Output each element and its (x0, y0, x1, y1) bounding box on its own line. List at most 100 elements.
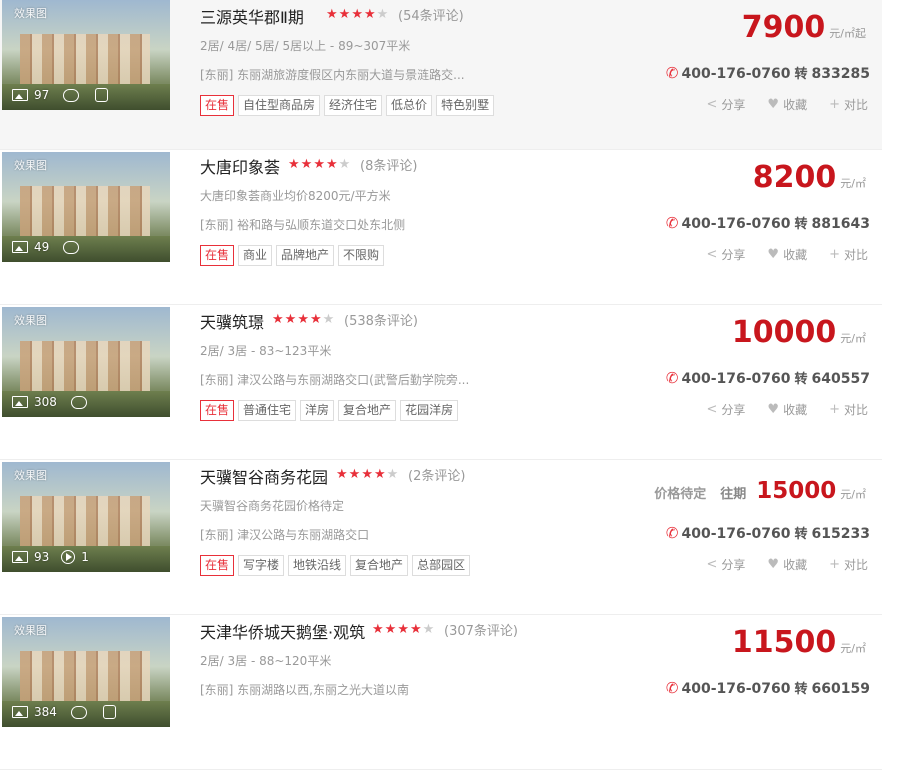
star-icon: ★ (361, 467, 374, 482)
listing-name[interactable]: 大唐印象荟 (200, 154, 280, 178)
thumbnail-stats: 49 (12, 240, 80, 254)
listing-card: 效果图 97 三源英华郡Ⅱ期 ★★★★★ (54条评论) 2居/ 4居/ 5居/ 5居以上… (0, 0, 882, 150)
star-icon: ★ (338, 157, 352, 172)
share-icon: < (706, 402, 718, 417)
phone-line[interactable]: ✆ 400-176-0760 转 615233 (666, 523, 870, 542)
price-unit: 元/㎡起 (829, 27, 866, 40)
compare-button[interactable]: + 对比 (829, 96, 868, 113)
feature-tag: 写字楼 (238, 555, 285, 576)
listing-actions: < 分享 ♥ 收藏 + 对比 (706, 556, 868, 573)
compare-button[interactable]: + 对比 (829, 246, 868, 263)
share-button[interactable]: < 分享 (706, 96, 745, 113)
review-count[interactable]: (538条评论) (344, 310, 418, 329)
share-button[interactable]: < 分享 (706, 246, 745, 263)
star-icon: ★ (297, 312, 310, 327)
listing-thumbnail[interactable]: 效果图 49 (2, 152, 170, 262)
render-tag: 效果图 (14, 469, 47, 482)
thumbnail-stats: 308 (12, 395, 87, 409)
listing-card: 效果图 384 天津华侨城天鹅堡·观筑 ★★★★★ (307条评论) 2居/ 3居 - 8… (0, 615, 882, 770)
share-button[interactable]: < 分享 (706, 556, 745, 573)
price-block: 11500 元/㎡ (732, 625, 866, 660)
feature-tag: 经济住宅 (324, 95, 383, 116)
price-period-label: 往期 (720, 487, 747, 502)
heart-icon: ♥ (767, 557, 780, 572)
listing-name[interactable]: 天津华侨城天鹅堡·观筑 (200, 619, 365, 643)
phone-line[interactable]: ✆ 400-176-0760 转 833285 (666, 63, 870, 82)
listing-thumbnail[interactable]: 效果图 308 (2, 307, 170, 417)
phone-line[interactable]: ✆ 400-176-0760 转 640557 (666, 368, 870, 387)
plus-icon: + (829, 247, 840, 262)
feature-tag: 商业 (238, 245, 273, 266)
price-unit: 元/㎡ (840, 642, 866, 655)
photo-icon (12, 396, 28, 408)
listing-summary: 2居/ 4居/ 5居/ 5居以上 - 89~307平米 (200, 39, 411, 53)
phone-number: 400-176-0760 (681, 526, 791, 542)
feature-tag: 花园洋房 (400, 400, 459, 421)
feature-tag: 不限购 (338, 245, 385, 266)
review-count[interactable]: (307条评论) (444, 620, 518, 639)
listing-thumbnail[interactable]: 效果图 97 (2, 0, 170, 110)
star-icon: ★ (422, 622, 436, 637)
listing-name[interactable]: 三源英华郡Ⅱ期 (200, 4, 304, 28)
price-value: 11500 (731, 625, 837, 660)
photo-count: 97 (34, 88, 50, 102)
plus-icon: + (829, 402, 840, 417)
favorite-button-label: 收藏 (783, 248, 808, 262)
photo-count: 93 (34, 550, 50, 564)
phone-transfer: 转 (794, 527, 808, 542)
feature-tag: 总部园区 (412, 555, 471, 576)
listing-actions: < 分享 ♥ 收藏 + 对比 (706, 96, 868, 113)
phone-line[interactable]: ✆ 400-176-0760 转 881643 (666, 213, 870, 232)
compare-button-label: 对比 (843, 248, 868, 262)
star-icon: ★ (300, 157, 314, 172)
favorite-button-label: 收藏 (783, 403, 808, 417)
phone-line[interactable]: ✆ 400-176-0760 转 660159 (666, 678, 870, 697)
comment-icon[interactable] (70, 395, 87, 409)
listing-thumbnail[interactable]: 效果图 384 (2, 617, 170, 727)
star-icon: ★ (384, 622, 398, 637)
comment-icon[interactable] (63, 240, 80, 254)
phone-icon: ✆ (665, 64, 679, 82)
vr-360-icon[interactable] (102, 705, 116, 719)
render-tag: 效果图 (14, 7, 47, 20)
thumbnail-stats: 384 (12, 705, 116, 719)
vr-360-icon[interactable] (95, 88, 109, 102)
photo-icon (12, 706, 28, 718)
share-button[interactable]: < 分享 (706, 401, 745, 418)
feature-tag: 普通住宅 (238, 400, 297, 421)
price-unit: 元/㎡ (840, 332, 866, 345)
star-icon: ★ (373, 467, 387, 482)
favorite-button[interactable]: ♥ 收藏 (767, 246, 807, 263)
phone-transfer: 转 (794, 217, 808, 232)
listing-summary: 天骥智谷商务花园价格待定 (200, 499, 345, 513)
status-badge: 在售 (200, 400, 235, 421)
feature-tag: 复合地产 (338, 400, 397, 421)
favorite-button[interactable]: ♥ 收藏 (767, 556, 807, 573)
star-icon: ★ (322, 312, 336, 327)
heart-icon: ♥ (767, 402, 780, 417)
price-value: 15000 (756, 478, 837, 504)
listing-actions: < 分享 ♥ 收藏 + 对比 (706, 246, 868, 263)
listing-list: 效果图 97 三源英华郡Ⅱ期 ★★★★★ (54条评论) 2居/ 4居/ 5居/ 5居以上… (0, 0, 897, 770)
feature-tag: 自住型商品房 (238, 95, 321, 116)
listing-name[interactable]: 天骥筑璟 (200, 309, 264, 333)
favorite-button[interactable]: ♥ 收藏 (767, 401, 807, 418)
review-count[interactable]: (54条评论) (398, 5, 464, 24)
review-count[interactable]: (2条评论) (408, 465, 465, 484)
listing-name[interactable]: 天骥智谷商务花园 (200, 464, 328, 488)
price-value: 8200 (752, 160, 837, 195)
feature-tag: 地铁沿线 (288, 555, 347, 576)
review-count[interactable]: (8条评论) (360, 155, 417, 174)
plus-icon: + (829, 97, 840, 112)
compare-button[interactable]: + 对比 (829, 556, 868, 573)
comment-icon[interactable] (63, 88, 80, 102)
status-badge: 在售 (200, 95, 235, 116)
compare-button[interactable]: + 对比 (829, 401, 868, 418)
video-icon[interactable] (61, 550, 76, 564)
price-block: 7900 元/㎡起 (742, 10, 866, 45)
star-icon: ★ (288, 157, 301, 172)
favorite-button[interactable]: ♥ 收藏 (767, 96, 807, 113)
listing-thumbnail[interactable]: 效果图 93 1 (2, 462, 170, 572)
phone-icon: ✆ (665, 679, 679, 697)
comment-icon[interactable] (70, 705, 87, 719)
